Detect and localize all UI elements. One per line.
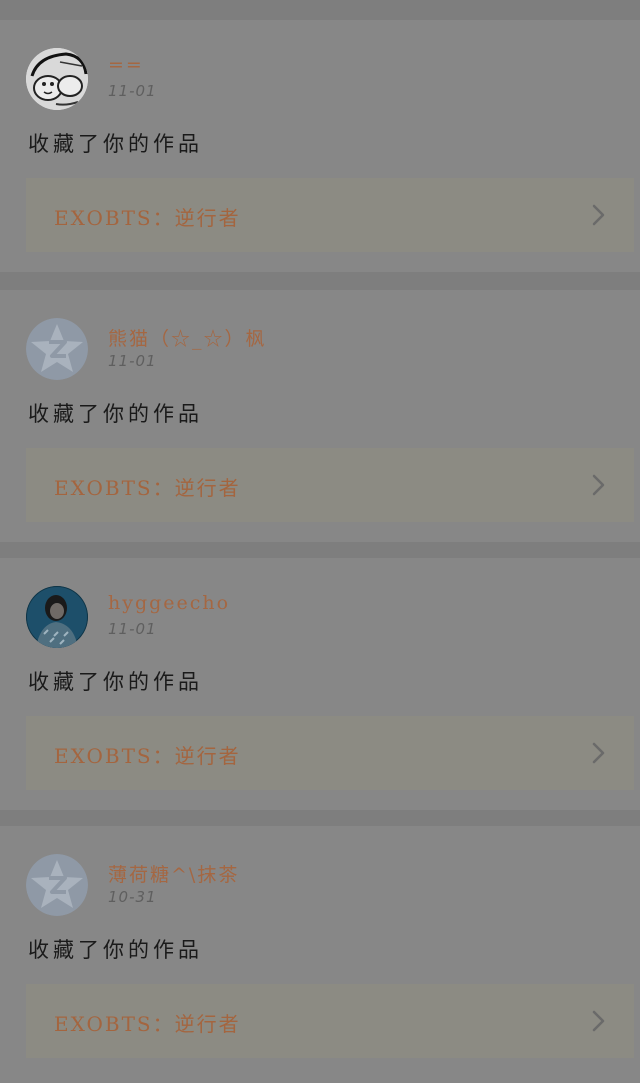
username[interactable]: 薄荷糖^\抹茶 [108, 860, 239, 887]
timestamp: 11-01 [108, 352, 157, 370]
action-text: 收藏了你的作品 [28, 670, 203, 694]
chevron-right-icon [592, 474, 605, 496]
notification-card: 薄荷糖^\抹茶 10-31 收藏了你的作品 EXOBTS：逆行者 [0, 826, 640, 1083]
default-star-avatar-icon [26, 854, 88, 916]
timestamp: 11-01 [108, 82, 157, 100]
notification-card: hyggeecho 11-01 收藏了你的作品 EXOBTS：逆行者 [0, 558, 640, 810]
work-link[interactable]: EXOBTS：逆行者 [26, 178, 634, 252]
work-link[interactable]: EXOBTS：逆行者 [26, 448, 634, 522]
notification-list: == 11-01 收藏了你的作品 EXOBTS：逆行者 熊猫（☆_☆）枫 11-… [0, 0, 640, 1083]
work-link[interactable]: EXOBTS：逆行者 [26, 716, 634, 790]
notification-card: == 11-01 收藏了你的作品 EXOBTS：逆行者 [0, 20, 640, 272]
chevron-right-icon [592, 742, 605, 764]
notification-card: 熊猫（☆_☆）枫 11-01 收藏了你的作品 EXOBTS：逆行者 [0, 290, 640, 542]
username[interactable]: 熊猫（☆_☆）枫 [108, 324, 267, 351]
chevron-right-icon [592, 1010, 605, 1032]
default-star-avatar-icon [26, 318, 88, 380]
timestamp: 10-31 [108, 888, 157, 906]
work-link[interactable]: EXOBTS：逆行者 [26, 984, 634, 1058]
avatar[interactable] [26, 586, 88, 648]
timestamp: 11-01 [108, 620, 157, 638]
avatar[interactable] [26, 318, 88, 380]
avatar[interactable] [26, 854, 88, 916]
work-title: EXOBTS：逆行者 [54, 206, 241, 230]
chevron-right-icon [592, 204, 605, 226]
action-text: 收藏了你的作品 [28, 938, 203, 962]
avatar[interactable] [26, 48, 88, 110]
work-title: EXOBTS：逆行者 [54, 1012, 241, 1036]
action-text: 收藏了你的作品 [28, 402, 203, 426]
username[interactable]: hyggeecho [108, 592, 230, 614]
username[interactable]: == [108, 54, 144, 76]
work-title: EXOBTS：逆行者 [54, 744, 241, 768]
doodle-avatar-icon [26, 48, 88, 110]
work-title: EXOBTS：逆行者 [54, 476, 241, 500]
photo-avatar-icon [26, 586, 88, 648]
action-text: 收藏了你的作品 [28, 132, 203, 156]
